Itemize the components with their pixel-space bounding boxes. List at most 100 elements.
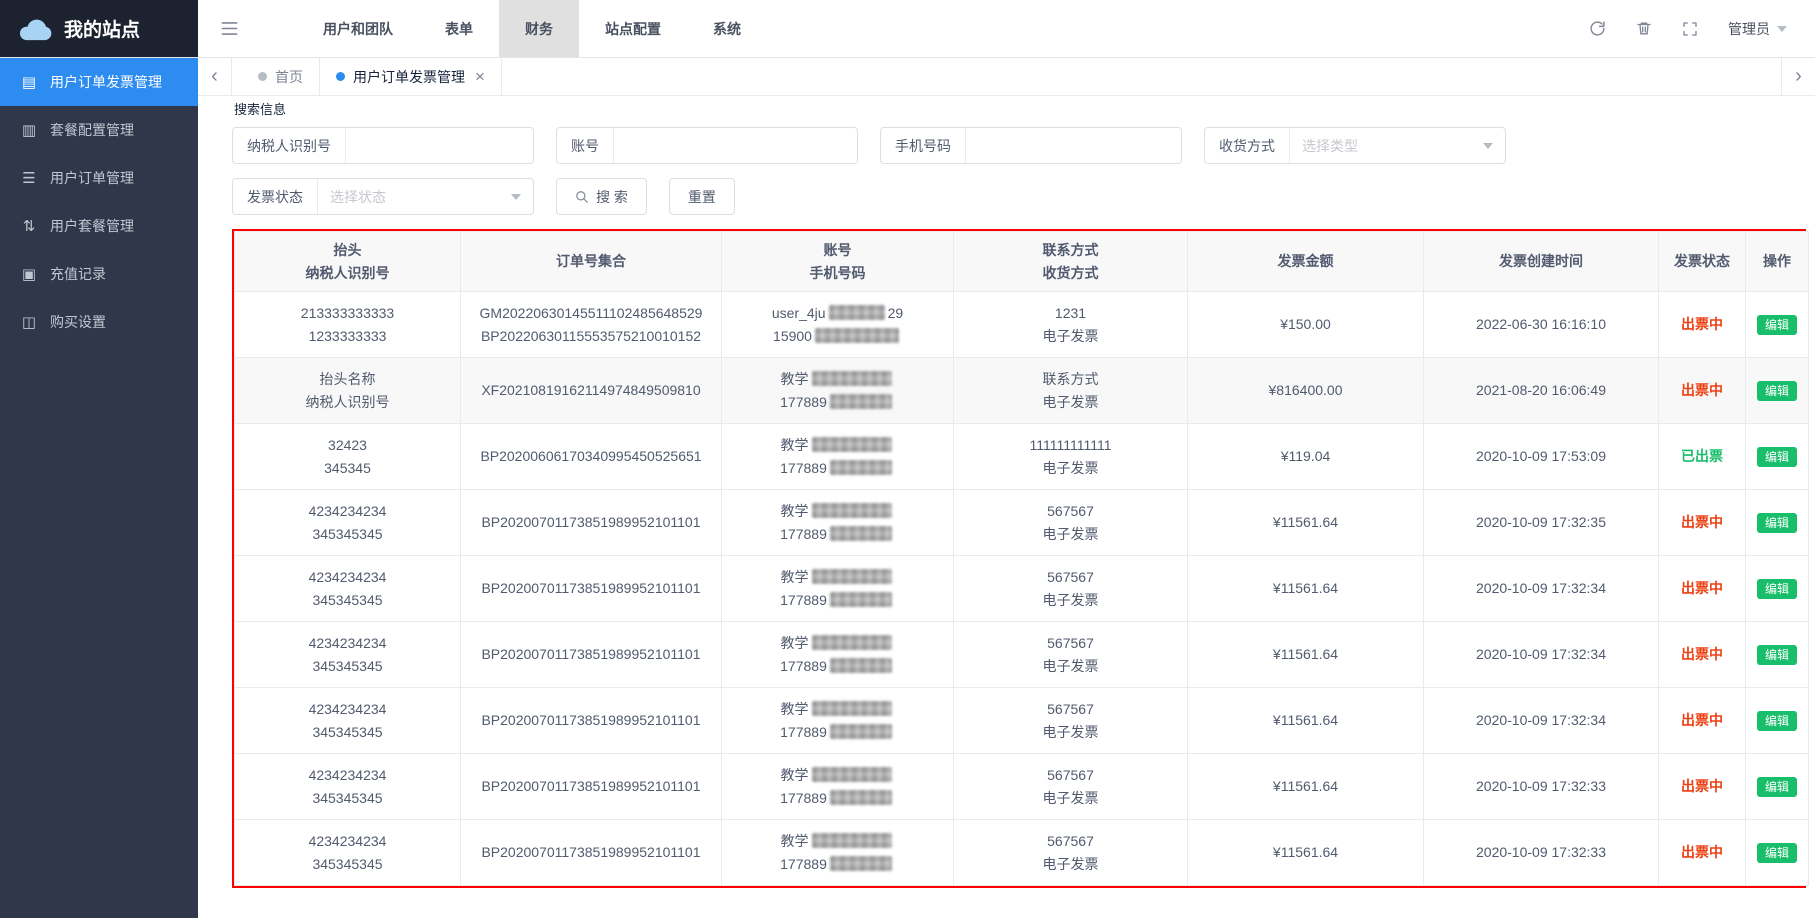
phone-number: 177889 [726,457,949,480]
sidebar-item[interactable]: ▥套餐配置管理 [0,106,198,154]
delivery-method-placeholder: 选择类型 [1302,136,1358,156]
phone-input[interactable] [966,128,1181,163]
delivery-method-label: 收货方式 [1205,128,1290,163]
edit-button[interactable]: 编辑 [1757,711,1797,731]
phone-number: 177889 [726,655,949,678]
delivery-method-value: 电子发票 [958,589,1183,612]
invoice-status-select[interactable]: 选择状态 [318,179,533,214]
top-nav-item[interactable]: 系统 [687,0,767,57]
chevron-left-icon[interactable]: ‹ [198,58,232,95]
collapse-menu-icon[interactable] [198,0,261,57]
redacted-text [830,856,892,871]
top-nav-item[interactable]: 表单 [419,0,499,57]
taxpayer-id-value: 345345345 [239,721,456,744]
delivery-method-value: 电子发票 [958,655,1183,678]
edit-button[interactable]: 编辑 [1757,579,1797,599]
phone-number: 177889 [726,391,949,414]
invoice-amount: ¥150.00 [1280,316,1331,332]
redacted-text [812,833,892,848]
edit-button[interactable]: 编辑 [1757,777,1797,797]
taxpayer-id-value: 345345345 [239,523,456,546]
chevron-down-icon [511,194,521,200]
delivery-method-value: 电子发票 [958,523,1183,546]
contact-info: 567567 [958,632,1183,655]
refresh-icon[interactable] [1589,20,1606,37]
table-row: 4234234234 345345345 BP20200701173851989… [235,820,1809,886]
tab-bar: ‹ 首页用户订单发票管理× › [198,58,1815,96]
site-name: 我的站点 [64,15,140,42]
close-icon[interactable]: × [475,68,485,85]
chevron-right-icon[interactable]: › [1781,58,1815,95]
top-nav-item[interactable]: 用户和团队 [297,0,419,57]
edit-button[interactable]: 编辑 [1757,645,1797,665]
table-row: 213333333333 1233333333 GM20220630145511… [235,292,1809,358]
fullscreen-icon[interactable] [1682,21,1698,37]
tab-item[interactable]: 用户订单发票管理× [320,58,502,95]
invoice-table-body: 213333333333 1233333333 GM20220630145511… [235,292,1809,886]
sidebar-item-label: 充值记录 [50,264,106,284]
invoice-created-time: 2020-10-09 17:32:35 [1476,514,1606,530]
edit-button[interactable]: 编辑 [1757,843,1797,863]
sidebar-item-label: 用户订单发票管理 [50,72,162,92]
invoice-status: 出票中 [1681,580,1723,596]
delivery-method-select[interactable]: 选择类型 [1290,128,1505,163]
page-content: 搜索信息 纳税人识别号 账号 手机号码 收货方式 选择类型 [198,96,1815,918]
account-input[interactable] [614,128,857,163]
sidebar-item[interactable]: ▣充值记录 [0,250,198,298]
tab-dot-icon [258,72,267,81]
main-area: ‹ 首页用户订单发票管理× › 搜索信息 纳税人识别号 账号 手机号码 [198,58,1815,918]
sidebar-item[interactable]: ◫购买设置 [0,298,198,346]
tab-item[interactable]: 首页 [242,58,320,95]
invoice-title: 4234234234 [239,566,456,589]
phone-number: 177889 [726,787,949,810]
invoice-title: 213333333333 [239,302,456,325]
edit-button[interactable]: 编辑 [1757,447,1797,467]
reset-button[interactable]: 重置 [669,178,735,215]
invoice-status-label: 发票状态 [233,179,318,214]
invoice-title: 4234234234 [239,500,456,523]
package-config-icon: ▥ [20,121,38,139]
invoice-created-time: 2020-10-09 17:32:34 [1476,580,1606,596]
edit-button[interactable]: 编辑 [1757,513,1797,533]
redacted-text [830,790,892,805]
tab-list: 首页用户订单发票管理× [232,58,502,95]
top-bar-actions: 管理员 [1589,0,1815,57]
phone-number: 177889 [726,523,949,546]
search-row-1: 纳税人识别号 账号 手机号码 收货方式 选择类型 [232,127,1815,164]
top-bar: 我的站点 用户和团队表单财务站点配置系统 管理员 [0,0,1815,58]
top-nav-item[interactable]: 站点配置 [579,0,687,57]
edit-button[interactable]: 编辑 [1757,315,1797,335]
tab-label: 首页 [275,67,303,87]
search-button[interactable]: 搜 索 [556,178,647,215]
contact-info: 567567 [958,566,1183,589]
trash-icon[interactable] [1636,20,1652,37]
table-row: 4234234234 345345345 BP20200701173851989… [235,688,1809,754]
order-number-list: XF20210819162114974849509810 [461,358,722,424]
delivery-method-value: 电子发票 [958,853,1183,876]
admin-dropdown[interactable]: 管理员 [1728,19,1787,39]
account-number: 教学 [726,830,949,853]
order-number-list: BP20200701173851989952101101 [461,490,722,556]
column-header-amount: 发票金额 [1188,232,1424,292]
taxpayer-id-value: 纳税人识别号 [239,391,456,414]
column-header-created: 发票创建时间 [1424,232,1659,292]
sidebar-item[interactable]: ▤用户订单发票管理 [0,58,198,106]
column-header-status: 发票状态 [1659,232,1746,292]
invoice-amount: ¥11561.64 [1273,580,1338,596]
admin-label: 管理员 [1728,19,1770,39]
phone-number: 177889 [726,853,949,876]
top-nav-item[interactable]: 财务 [499,0,579,57]
invoice-created-time: 2020-10-09 17:32:33 [1476,844,1606,860]
sidebar-item[interactable]: ☰用户订单管理 [0,154,198,202]
taxpayer-id-value: 345345345 [239,853,456,876]
redacted-text [830,724,892,739]
search-section-title: 搜索信息 [234,99,1815,118]
purchase-settings-icon: ◫ [20,313,38,331]
edit-button[interactable]: 编辑 [1757,381,1797,401]
taxpayer-id-input[interactable] [346,128,533,163]
redacted-text [812,701,892,716]
order-list-icon: ☰ [20,169,38,187]
invoice-created-time: 2022-06-30 16:16:10 [1476,316,1606,332]
redacted-text [829,305,885,320]
sidebar-item[interactable]: ⇅用户套餐管理 [0,202,198,250]
